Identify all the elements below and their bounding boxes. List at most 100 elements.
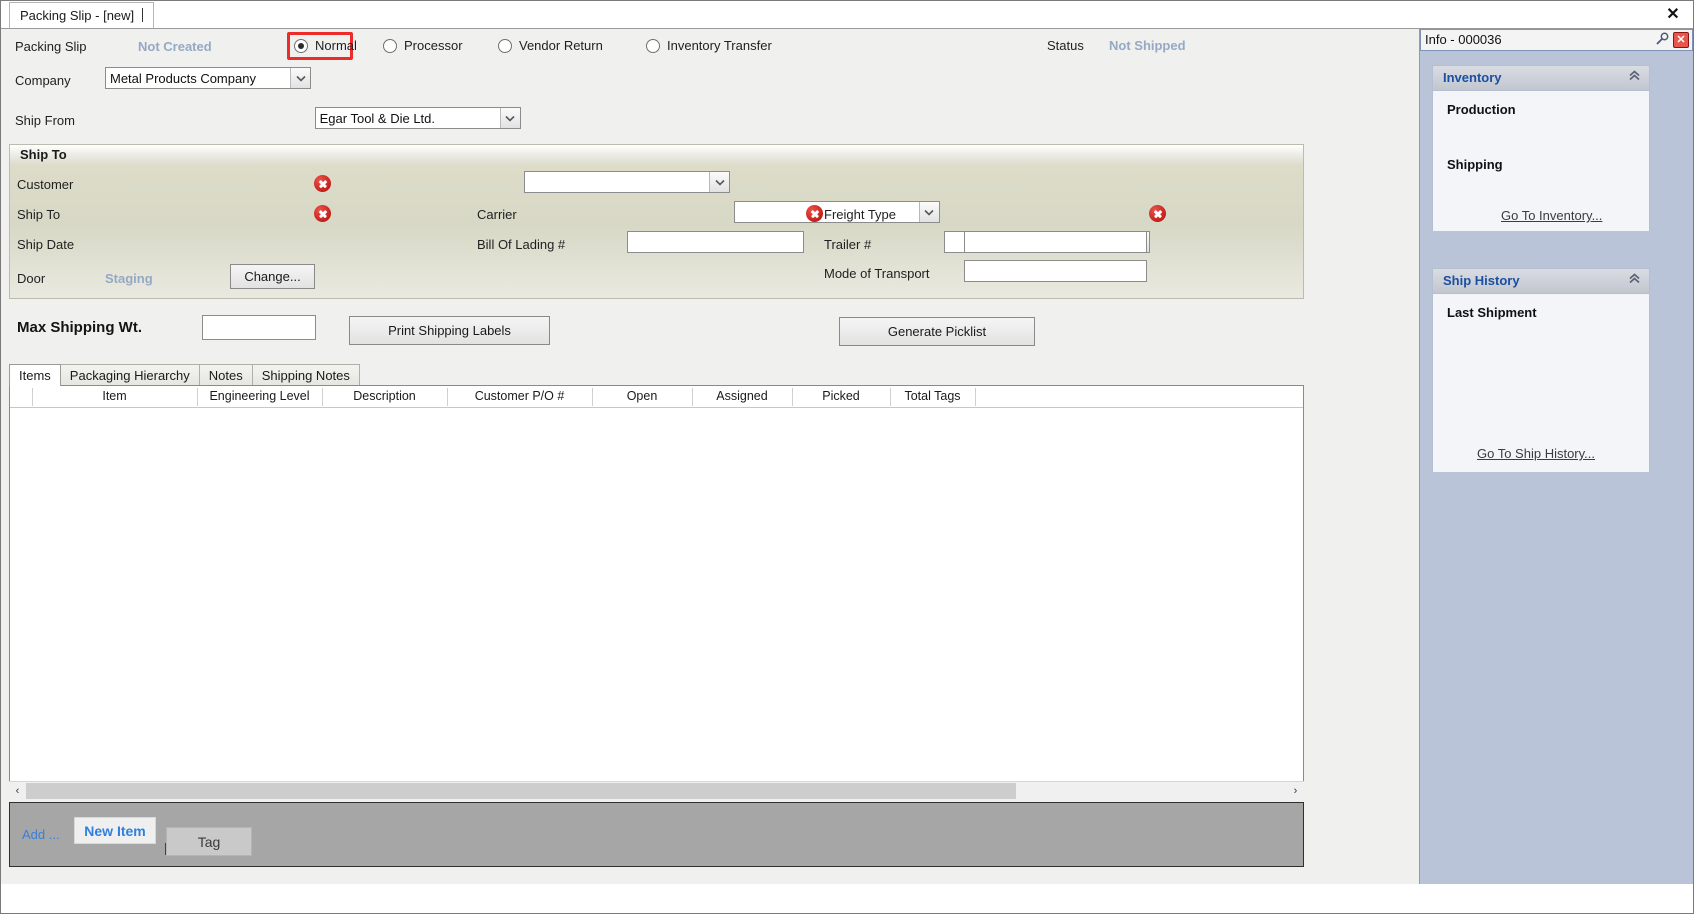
ship-to-error-icon bbox=[314, 205, 331, 222]
text-caret bbox=[142, 8, 144, 22]
items-grid: Item Engineering Level Description Custo… bbox=[9, 385, 1304, 781]
column-header-description[interactable]: Description bbox=[322, 389, 447, 403]
bill-of-lading-label: Bill Of Lading # bbox=[477, 237, 566, 252]
chevron-down-icon[interactable] bbox=[499, 108, 520, 128]
card-ship-history: Ship History Last Shipment Go To Ship Hi… bbox=[1432, 268, 1650, 472]
column-header-item[interactable]: Item bbox=[32, 389, 197, 403]
close-window-button[interactable]: ✕ bbox=[1663, 5, 1683, 25]
chevron-up-icon[interactable] bbox=[1628, 70, 1641, 84]
mode-of-transport-label: Mode of Transport bbox=[824, 266, 930, 281]
print-shipping-labels-button[interactable]: Print Shipping Labels bbox=[349, 316, 550, 345]
ship-to-label: Ship To bbox=[17, 207, 61, 222]
door-value: Staging bbox=[105, 271, 153, 286]
radio-vendor-return-icon bbox=[498, 38, 512, 53]
go-to-ship-history-link[interactable]: Go To Ship History... bbox=[1477, 446, 1595, 461]
go-to-inventory-link[interactable]: Go To Inventory... bbox=[1501, 208, 1602, 223]
info-pane: Info - 000036 ✕ Inventory Production Shi… bbox=[1420, 29, 1693, 884]
column-header-open[interactable]: Open bbox=[592, 389, 692, 403]
company-input[interactable] bbox=[105, 67, 311, 89]
inventory-row-production: Production bbox=[1447, 102, 1516, 117]
scrollbar-thumb[interactable] bbox=[26, 782, 1016, 799]
tab-packaging-hierarchy-label: Packaging Hierarchy bbox=[69, 368, 190, 383]
max-shipping-wt-input[interactable] bbox=[202, 315, 316, 340]
packing-slip-label: Packing Slip bbox=[15, 39, 87, 54]
column-header-picked[interactable]: Picked bbox=[792, 389, 890, 403]
status-value: Not Shipped bbox=[1109, 38, 1186, 53]
chevron-down-icon[interactable] bbox=[918, 202, 939, 222]
column-header-total-tags[interactable]: Total Tags bbox=[890, 389, 975, 403]
ship-history-row-last-shipment: Last Shipment bbox=[1447, 305, 1537, 320]
trailer-label: Trailer # bbox=[824, 237, 872, 252]
ship-to-group-header: Ship To bbox=[9, 144, 1304, 164]
radio-inventory-transfer-icon bbox=[646, 38, 660, 53]
bill-of-lading-input[interactable] bbox=[627, 231, 804, 253]
tab-packaging-hierarchy[interactable]: Packaging Hierarchy bbox=[59, 364, 200, 386]
company-label: Company bbox=[15, 73, 71, 88]
radio-processor-icon bbox=[383, 38, 397, 53]
carrier-label: Carrier bbox=[477, 207, 517, 222]
scroll-right-button[interactable]: › bbox=[1287, 782, 1304, 799]
card-ship-history-body: Last Shipment Go To Ship History... bbox=[1433, 294, 1649, 472]
customer-error-icon bbox=[314, 175, 331, 192]
card-ship-history-header[interactable]: Ship History bbox=[1433, 269, 1649, 294]
ship-from-input[interactable] bbox=[314, 107, 521, 129]
items-grid-body[interactable] bbox=[10, 408, 1303, 781]
radio-type-vendor-return[interactable]: Vendor Return bbox=[498, 38, 603, 53]
customer-label: Customer bbox=[17, 177, 74, 192]
new-item-button[interactable]: New Item bbox=[74, 817, 156, 844]
inventory-row-shipping: Shipping bbox=[1447, 157, 1503, 172]
packing-slip-value: Not Created bbox=[138, 39, 212, 54]
radio-normal-label: Normal bbox=[315, 38, 357, 53]
radio-type-inventory-transfer[interactable]: Inventory Transfer bbox=[646, 38, 772, 53]
column-separator bbox=[975, 388, 976, 406]
card-ship-history-title: Ship History bbox=[1443, 273, 1520, 288]
company-combo[interactable] bbox=[105, 67, 311, 89]
tab-items-label: Items bbox=[19, 368, 51, 383]
freight-type-error-icon bbox=[1149, 205, 1166, 222]
close-icon[interactable]: ✕ bbox=[1673, 32, 1689, 48]
document-tab-packing-slip[interactable]: Packing Slip - [new] bbox=[9, 2, 155, 28]
chevron-up-icon[interactable] bbox=[1628, 273, 1641, 287]
column-header-engineering-level[interactable]: Engineering Level bbox=[197, 389, 322, 403]
scroll-left-button[interactable]: ‹ bbox=[9, 782, 26, 799]
mode-of-transport-input[interactable] bbox=[964, 260, 1147, 282]
ship-from-combo[interactable] bbox=[314, 107, 521, 129]
carrier-error-icon bbox=[806, 205, 823, 222]
chevron-down-icon[interactable] bbox=[709, 172, 730, 192]
card-inventory-header[interactable]: Inventory bbox=[1433, 66, 1649, 91]
generate-picklist-button[interactable]: Generate Picklist bbox=[839, 317, 1035, 346]
packing-slip-form: Packing Slip Not Created Normal Processo… bbox=[1, 29, 1420, 884]
tab-notes[interactable]: Notes bbox=[198, 364, 253, 386]
item-actions-toolbar: Add ... New Item Tag bbox=[9, 802, 1304, 867]
tab-shipping-notes-label: Shipping Notes bbox=[261, 368, 350, 383]
max-shipping-wt-label: Max Shipping Wt. bbox=[17, 319, 142, 336]
radio-type-normal[interactable]: Normal bbox=[294, 38, 357, 53]
ship-from-label: Ship From bbox=[15, 113, 75, 128]
radio-type-processor[interactable]: Processor bbox=[383, 38, 463, 53]
freight-type-label: Freight Type bbox=[824, 207, 897, 222]
radio-inventory-transfer-label: Inventory Transfer bbox=[667, 38, 772, 53]
items-tabstrip: Items Packaging Hierarchy Notes Shipping… bbox=[9, 364, 1304, 386]
change-door-button[interactable]: Change... bbox=[230, 264, 315, 289]
card-inventory: Inventory Production Shipping Go To Inve… bbox=[1432, 65, 1650, 231]
document-tabstrip: Packing Slip - [new] ✕ bbox=[1, 1, 1693, 29]
radio-processor-label: Processor bbox=[404, 38, 463, 53]
tab-shipping-notes[interactable]: Shipping Notes bbox=[251, 364, 360, 386]
grid-horizontal-scrollbar[interactable]: ‹ › bbox=[9, 781, 1304, 799]
column-header-assigned[interactable]: Assigned bbox=[692, 389, 792, 403]
pin-icon[interactable] bbox=[1654, 32, 1670, 48]
items-grid-header: Item Engineering Level Description Custo… bbox=[10, 386, 1303, 408]
customer-input[interactable] bbox=[524, 171, 731, 193]
info-pane-tools: ✕ bbox=[1654, 32, 1689, 48]
trailer-input[interactable] bbox=[964, 231, 1147, 253]
scrollbar-track[interactable] bbox=[1016, 782, 1287, 799]
add-link[interactable]: Add ... bbox=[22, 827, 60, 842]
column-header-customer-po[interactable]: Customer P/O # bbox=[447, 389, 592, 403]
tag-button[interactable]: Tag bbox=[166, 827, 252, 856]
customer-combo[interactable] bbox=[524, 171, 731, 193]
radio-normal-icon bbox=[294, 38, 308, 53]
tab-items[interactable]: Items bbox=[9, 364, 61, 386]
chevron-down-icon[interactable] bbox=[290, 68, 310, 88]
app-window: Packing Slip - [new] ✕ Packing Slip Not … bbox=[0, 0, 1694, 914]
info-pane-title: Info - 000036 bbox=[1425, 32, 1502, 47]
